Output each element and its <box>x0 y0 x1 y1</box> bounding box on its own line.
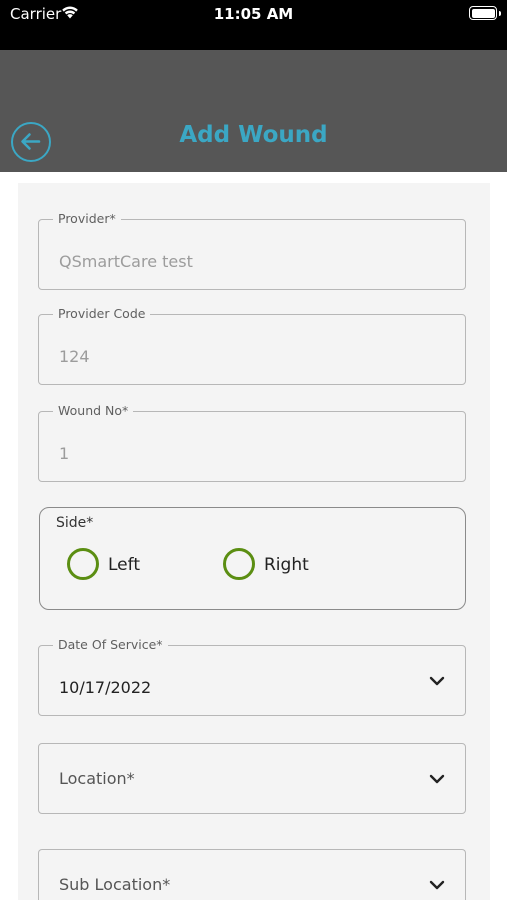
chevron-down-icon <box>429 880 445 890</box>
radio-unchecked-icon <box>223 548 255 580</box>
side-right-label: Right <box>264 555 309 575</box>
status-time: 11:05 AM <box>213 5 294 23</box>
sub-location-dropdown[interactable]: Sub Location* <box>38 849 466 900</box>
side-radio-group: Side* Left Right <box>39 507 466 610</box>
provider-value: QSmartCare test <box>59 252 193 271</box>
radio-unchecked-icon <box>67 548 99 580</box>
app-header <box>0 50 507 172</box>
location-dropdown[interactable]: Location* <box>38 743 466 814</box>
side-left-label: Left <box>108 555 140 575</box>
date-of-service-value: 10/17/2022 <box>59 678 152 697</box>
wound-no-field[interactable]: Wound No* 1 <box>38 403 466 482</box>
battery-icon <box>469 6 501 20</box>
side-label: Side* <box>56 515 94 531</box>
date-of-service-label: Date Of Service* <box>53 637 168 652</box>
provider-code-label: Provider Code <box>53 306 151 321</box>
page-title: Add Wound <box>179 122 328 148</box>
status-bar: Carrier 11:05 AM <box>0 0 507 50</box>
wound-no-value: 1 <box>59 444 70 463</box>
date-of-service-dropdown[interactable]: Date Of Service* 10/17/2022 <box>38 637 466 716</box>
provider-code-field[interactable]: Provider Code 124 <box>38 306 466 385</box>
wound-no-label: Wound No* <box>53 403 134 418</box>
provider-label: Provider* <box>53 211 121 226</box>
chevron-down-icon <box>429 774 445 784</box>
sub-location-placeholder: Sub Location* <box>59 875 171 894</box>
provider-field[interactable]: Provider* QSmartCare test <box>38 211 466 290</box>
provider-code-value: 124 <box>59 347 90 366</box>
location-placeholder: Location* <box>59 769 135 788</box>
chevron-down-icon <box>429 676 445 686</box>
